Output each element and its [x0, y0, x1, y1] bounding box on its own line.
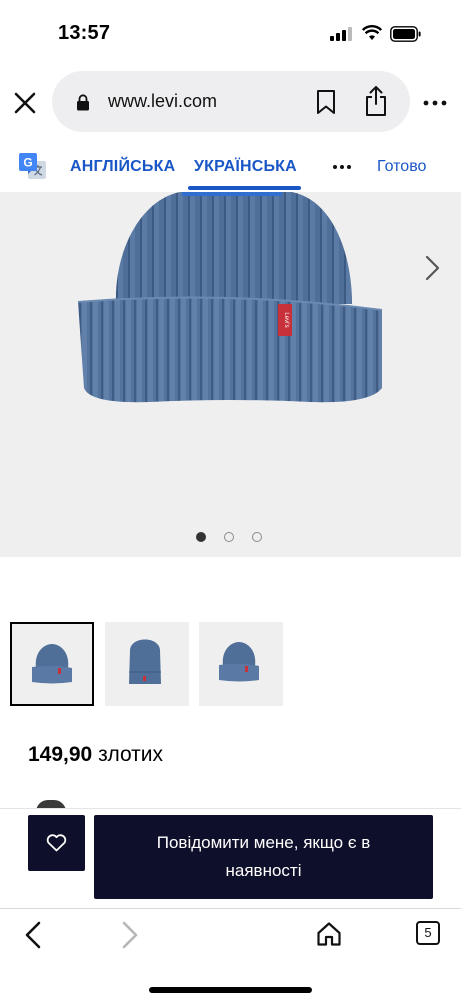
- wishlist-button[interactable]: [28, 815, 85, 871]
- translate-done-button[interactable]: Готово: [377, 158, 426, 176]
- product-action-bar: Повідомити мене, якщо є в наявності: [0, 808, 461, 908]
- price-currency: злотих: [98, 743, 164, 766]
- price-amount: 149,90: [28, 743, 93, 766]
- address-bar-row: www.levi.com: [0, 70, 461, 136]
- google-translate-icon: G: [19, 153, 46, 179]
- back-arrow-icon[interactable]: [24, 921, 42, 949]
- translate-more-icon[interactable]: [332, 164, 352, 170]
- notify-me-button[interactable]: Повідомити мене, якщо є в наявності: [94, 815, 433, 899]
- address-bar[interactable]: www.levi.com: [52, 71, 410, 132]
- product-price: 149,90 злотих: [28, 743, 163, 767]
- bookmark-icon[interactable]: [315, 89, 337, 115]
- more-options-icon[interactable]: [423, 98, 447, 108]
- home-icon[interactable]: [316, 921, 342, 947]
- carousel-dot[interactable]: [196, 532, 206, 542]
- tabs-button[interactable]: 5: [416, 921, 440, 945]
- beanie-thumbnail-image: [129, 639, 161, 684]
- lock-icon: [77, 94, 89, 111]
- carousel-dot[interactable]: [224, 532, 234, 542]
- heart-icon: [46, 834, 67, 852]
- beanie-thumbnail-image: [32, 644, 72, 684]
- url-text: www.levi.com: [108, 91, 218, 111]
- carousel-dot[interactable]: [252, 532, 262, 542]
- product-thumbnail[interactable]: [105, 622, 189, 706]
- beanie-thumbnail-image: [219, 642, 259, 682]
- battery-icon: [390, 26, 421, 42]
- next-image-arrow-icon[interactable]: [424, 255, 440, 281]
- browser-toolbar: 5: [0, 908, 461, 999]
- translate-bar: G АНГЛІЙСЬКА УКРАЇНСЬКА Готово: [0, 140, 461, 192]
- forward-arrow-icon[interactable]: [121, 921, 139, 949]
- product-thumbnail[interactable]: [199, 622, 283, 706]
- wifi-icon: [362, 25, 382, 40]
- close-icon[interactable]: [12, 90, 38, 116]
- status-bar: 13:57: [0, 0, 461, 70]
- product-thumbnail[interactable]: [10, 622, 94, 706]
- target-language-tab[interactable]: УКРАЇНСЬКА: [194, 158, 297, 176]
- svg-text:G: G: [23, 156, 32, 170]
- carousel-dots: [196, 532, 266, 544]
- share-icon[interactable]: [364, 85, 388, 117]
- hat-brand-tag: Levi's: [283, 312, 289, 327]
- status-time: 13:57: [58, 22, 111, 44]
- beanie-hat-image: Levi's: [77, 192, 383, 403]
- source-language-tab[interactable]: АНГЛІЙСЬКА: [70, 158, 175, 176]
- product-image-carousel[interactable]: Levi's: [0, 192, 461, 557]
- active-language-indicator: [188, 186, 301, 190]
- cellular-signal-icon: [330, 27, 352, 41]
- home-indicator: [149, 987, 312, 993]
